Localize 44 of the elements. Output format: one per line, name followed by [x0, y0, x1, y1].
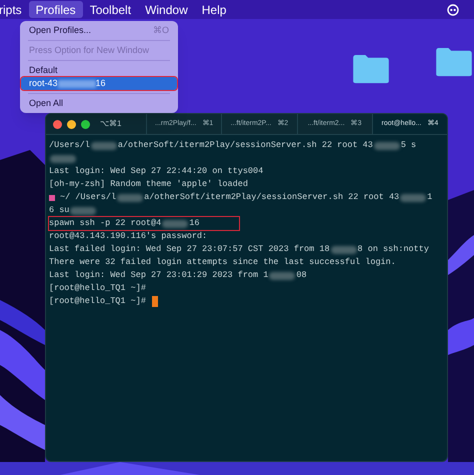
- terminal-text: [oh-my-zsh] Random theme 'apple' loaded: [49, 178, 248, 191]
- blurred-text: [90, 142, 117, 150]
- blurred-text: [330, 246, 357, 254]
- zoom-button[interactable]: [81, 120, 90, 128]
- terminal-text: /Users/l: [49, 139, 90, 152]
- blurred-text: [162, 220, 188, 228]
- smiley-status-icon[interactable]: [447, 4, 459, 16]
- terminal-text: Last failed login: Wed Sep 27 23:07:57 CST 2023 from 18: [49, 243, 330, 256]
- blurred-text: [70, 206, 96, 214]
- terminal-text: 08: [296, 269, 307, 282]
- menu-bar-item[interactable]: Window: [138, 1, 195, 18]
- menu-item[interactable]: root-43 16: [21, 77, 177, 90]
- terminal-text: Last login: Wed Sep 27 23:01:29 2023 from 1: [49, 269, 268, 282]
- terminal-text: 16: [189, 217, 200, 230]
- menu-bar-item[interactable]: ripts: [0, 1, 29, 18]
- menu-bar-item[interactable]: Profiles: [28, 1, 83, 18]
- terminal-text: [root@hello_TQ1 ~]#: [49, 282, 146, 295]
- menu-item[interactable]: Open Profiles... ⌘O: [24, 24, 174, 37]
- terminal-text: 5 s: [400, 139, 416, 152]
- menu-item[interactable]: Open All: [24, 97, 174, 110]
- blurred-text: [269, 272, 296, 280]
- terminal-text: 6 su: [49, 204, 70, 217]
- terminal-text: ~/ /Users/l: [60, 191, 116, 204]
- minimize-button[interactable]: [67, 120, 76, 128]
- terminal-text: 1: [427, 191, 432, 204]
- terminal-text: root@43.143.190.116's password:: [49, 230, 208, 243]
- terminal-text: a/otherSoft/iterm2Play/sessionServer.sh 22 root 43: [144, 191, 400, 204]
- menu-bar-item[interactable]: Help: [194, 1, 234, 18]
- blurred-text: [400, 194, 426, 202]
- close-button[interactable]: [53, 120, 62, 128]
- terminal-text: 8 on ssh:notty: [358, 243, 429, 256]
- terminal-text: Last login: Wed Sep 27 22:44:20 on ttys004: [49, 165, 264, 178]
- cursor: [152, 296, 158, 307]
- blurred-text: [117, 194, 144, 202]
- terminal-text: spawn ssh -p 22 root@4: [49, 217, 162, 230]
- window-title: ⌥⌘1: [100, 118, 122, 130]
- menu-item[interactable]: Default: [24, 64, 174, 77]
- terminal-text: There were 32 failed login attempts since the last successful login.: [49, 256, 396, 269]
- menu-bar-item[interactable]: Toolbelt: [82, 1, 138, 18]
- terminal-text: [root@hello_TQ1 ~]#: [49, 295, 146, 308]
- prompt-square-icon: [49, 194, 55, 200]
- terminal-text: a/otherSoft/iterm2Play/sessionServer.sh 22 root 43: [118, 139, 373, 152]
- blurred-text: [50, 154, 76, 162]
- blurred-text: [374, 142, 400, 150]
